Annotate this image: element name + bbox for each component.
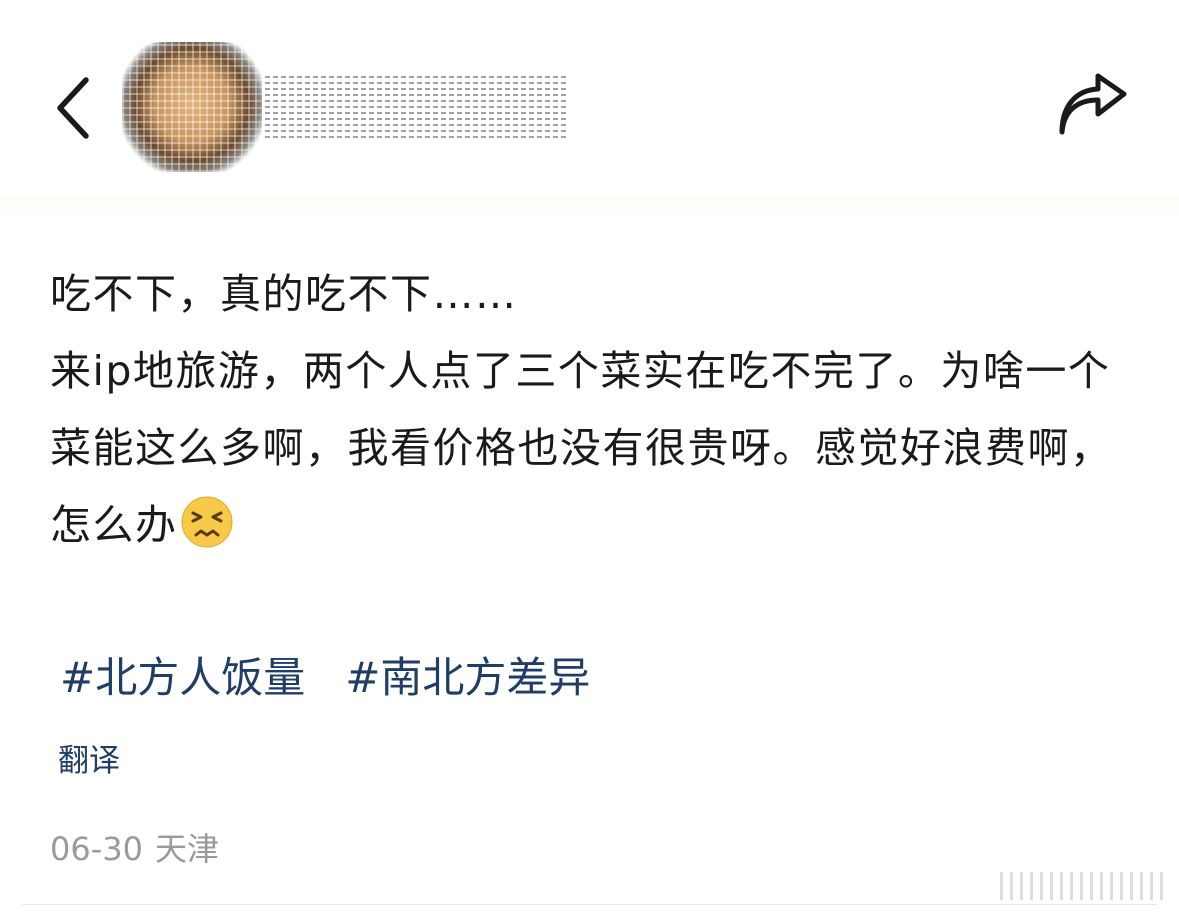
watermark <box>1000 872 1170 900</box>
username[interactable] <box>262 72 567 138</box>
post-title-line: 吃不下，真的吃不下…… <box>50 270 518 318</box>
post-location: 天津 <box>154 830 219 868</box>
avatar[interactable] <box>122 42 262 172</box>
chevron-left-icon <box>57 77 89 139</box>
share-arrow-icon <box>1059 73 1127 135</box>
header-shadow <box>0 196 1179 216</box>
translate-link[interactable]: 翻译 <box>58 738 120 784</box>
tag-list: #北方人饭量 #南北方差异 <box>60 648 590 708</box>
share-button[interactable] <box>1054 72 1130 140</box>
post-meta: 06-30 天津 <box>50 825 219 873</box>
back-button[interactable] <box>50 72 100 144</box>
post-body: 来ip地旅游，两个人点了三个菜实在吃不完了。为啥一个菜能这么多啊，我看价格也没有… <box>50 333 1135 564</box>
post-header <box>0 0 1179 200</box>
tag-link[interactable]: #南北方差异 <box>345 648 590 708</box>
tag-link[interactable]: #北方人饭量 <box>60 648 305 708</box>
post-content: 吃不下，真的吃不下…… 来ip地旅游，两个人点了三个菜实在吃不完了。为啥一个菜能… <box>50 256 1135 564</box>
persevering-face-emoji <box>181 496 232 548</box>
divider <box>22 904 1157 905</box>
post-date: 06-30 <box>50 830 143 868</box>
